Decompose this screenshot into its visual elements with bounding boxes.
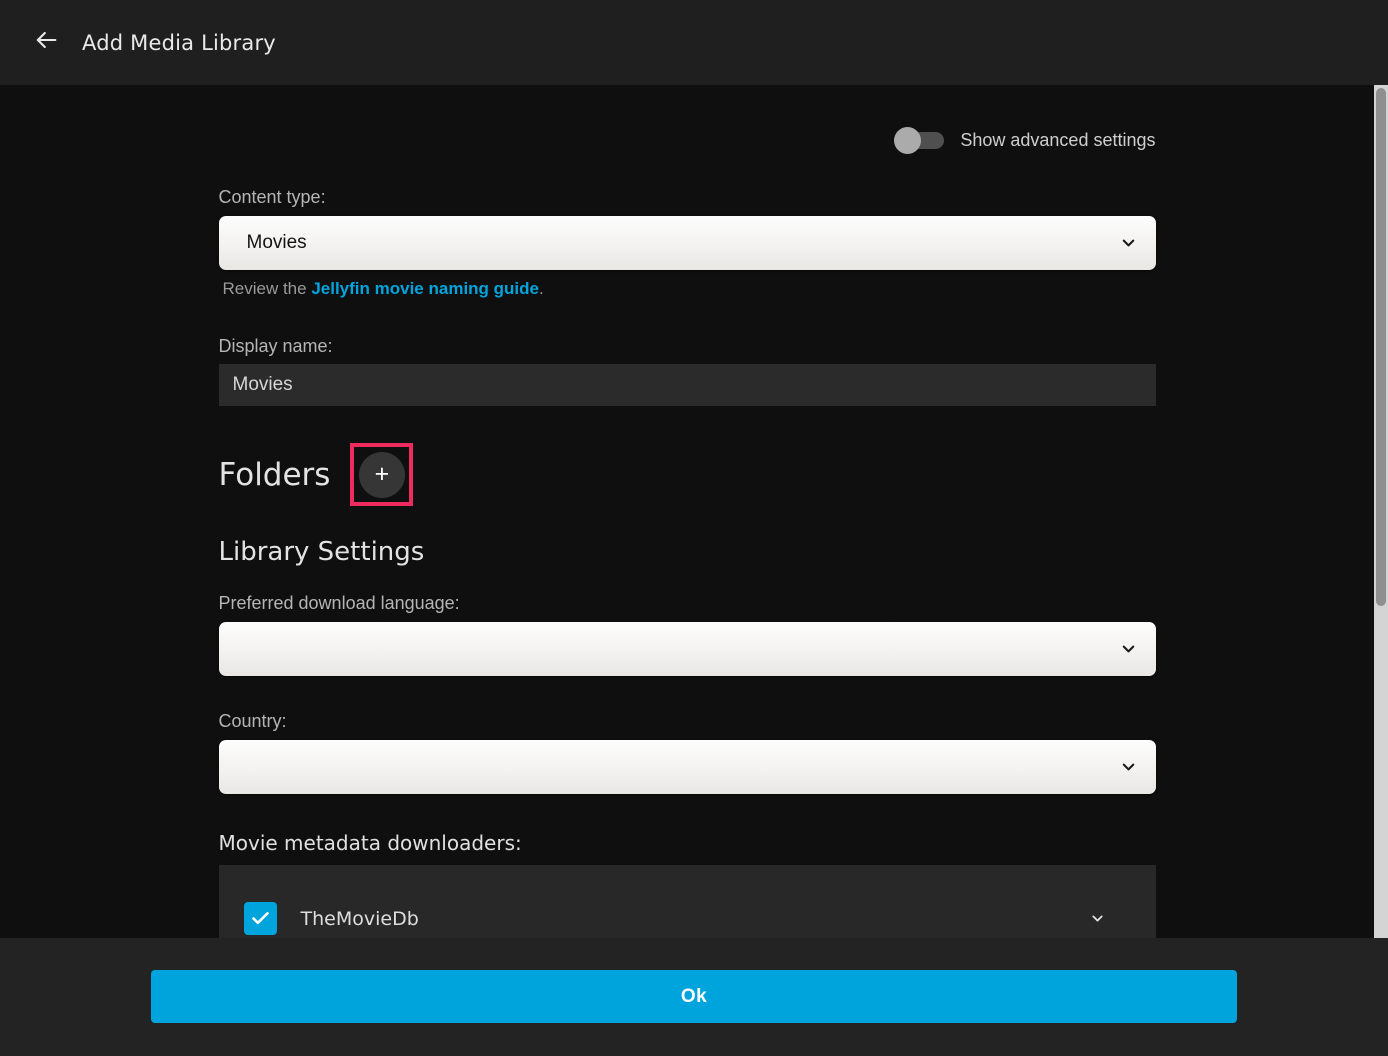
page-title: Add Media Library bbox=[82, 31, 276, 55]
plus-icon: + bbox=[375, 462, 390, 487]
advanced-settings-toggle[interactable] bbox=[894, 127, 946, 154]
arrow-left-icon bbox=[32, 26, 60, 59]
scrollbar-thumb[interactable] bbox=[1376, 88, 1386, 606]
back-button[interactable] bbox=[24, 21, 68, 65]
advanced-settings-row: Show advanced settings bbox=[219, 127, 1156, 154]
metadata-downloaders-label: Movie metadata downloaders: bbox=[219, 832, 1156, 854]
preferred-language-select[interactable] bbox=[219, 622, 1156, 676]
chevron-down-icon bbox=[1119, 758, 1138, 777]
downloader-row-themoviedb[interactable]: TheMovieDb bbox=[219, 865, 1156, 935]
toggle-knob bbox=[894, 127, 921, 154]
check-icon bbox=[250, 908, 271, 929]
display-name-label: Display name: bbox=[219, 336, 1156, 356]
form-column: Show advanced settings Content type: Mov… bbox=[219, 127, 1156, 938]
content-type-label: Content type: bbox=[219, 187, 1156, 207]
preferred-language-label: Preferred download language: bbox=[219, 593, 1156, 613]
content-type-value: Movies bbox=[247, 232, 307, 254]
folders-heading: Folders bbox=[219, 457, 331, 493]
downloader-name: TheMovieDb bbox=[301, 908, 419, 930]
country-select[interactable] bbox=[219, 740, 1156, 794]
chevron-down-icon[interactable] bbox=[1089, 910, 1106, 927]
ok-button[interactable]: Ok bbox=[151, 970, 1237, 1023]
hint-prefix: Review the bbox=[223, 279, 312, 298]
form-scroll-area: Show advanced settings Content type: Mov… bbox=[0, 85, 1374, 938]
content-type-select[interactable]: Movies bbox=[219, 216, 1156, 270]
themoviedb-checkbox[interactable] bbox=[244, 902, 277, 935]
vertical-scrollbar[interactable] bbox=[1374, 85, 1388, 938]
app-header: Add Media Library bbox=[0, 0, 1388, 85]
metadata-downloaders-panel: TheMovieDb bbox=[219, 865, 1156, 938]
chevron-down-icon bbox=[1119, 234, 1138, 253]
library-settings-heading: Library Settings bbox=[219, 537, 1156, 567]
focus-highlight-ring: + bbox=[350, 443, 413, 506]
display-name-input[interactable] bbox=[219, 364, 1156, 406]
naming-guide-hint: Review the Jellyfin movie naming guide. bbox=[219, 279, 1156, 299]
hint-suffix: . bbox=[539, 279, 544, 298]
chevron-down-icon bbox=[1119, 640, 1138, 659]
naming-guide-link[interactable]: Jellyfin movie naming guide bbox=[311, 279, 539, 298]
add-folder-button[interactable]: + bbox=[359, 452, 405, 498]
advanced-settings-label: Show advanced settings bbox=[960, 130, 1155, 151]
footer-bar: Ok bbox=[0, 938, 1388, 1056]
folders-section-header: Folders + bbox=[219, 443, 1156, 506]
add-media-library-page: Add Media Library Show advanced settings… bbox=[0, 0, 1388, 1056]
country-label: Country: bbox=[219, 711, 1156, 731]
